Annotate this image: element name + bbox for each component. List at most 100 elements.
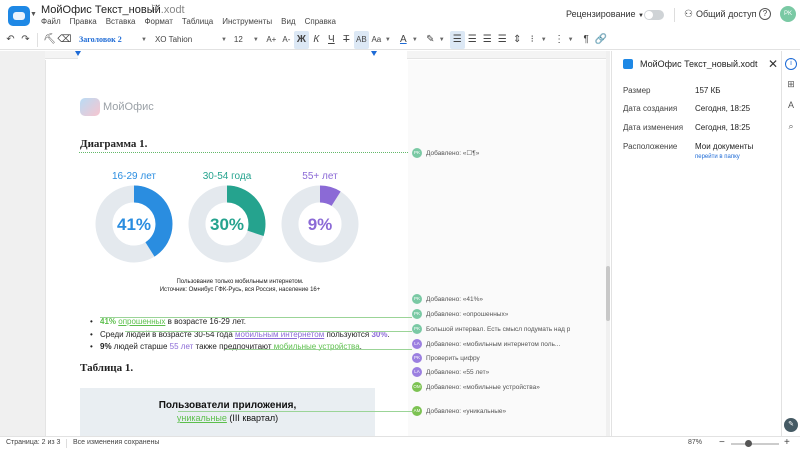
info-icon[interactable]: i	[785, 58, 797, 70]
menu-edit[interactable]: Правка	[70, 17, 97, 26]
comment-item[interactable]: PK Добавлено: «41%»	[412, 293, 483, 305]
paragraph-style-select[interactable]: Заголовок 2	[76, 31, 140, 49]
redo-icon[interactable]: ↷	[18, 31, 33, 49]
chevron-down-icon[interactable]: ▼	[439, 37, 445, 43]
help-icon[interactable]: ?	[759, 8, 771, 20]
table-subtitle: уникальные (III квартал)	[176, 413, 279, 423]
chat-icon[interactable]: ✎	[784, 418, 798, 432]
review-dropdown[interactable]: Рецензирование ▼	[566, 9, 644, 19]
document-page[interactable]: МойОфис Диаграмма 1. 16-29 лет 30-54 год…	[45, 60, 408, 436]
right-indent-marker[interactable]	[371, 51, 377, 56]
subscript-button[interactable]: Aa	[369, 31, 384, 49]
app-logo-icon[interactable]	[8, 6, 30, 26]
donut-label-1: 16-29 лет	[112, 171, 156, 182]
menu-view[interactable]: Вид	[281, 17, 295, 26]
chevron-down-icon[interactable]: ▼	[568, 37, 574, 43]
ruler-text-area	[78, 51, 407, 59]
document-canvas: МойОфис Диаграмма 1. 16-29 лет 30-54 год…	[45, 60, 607, 436]
bold-button[interactable]: Ж	[293, 30, 309, 49]
caps-button[interactable]: AB	[353, 30, 369, 49]
open-folder-link[interactable]: перейти в папку	[695, 154, 740, 160]
donut-chart-1: 41%	[95, 185, 173, 263]
font-size-select[interactable]: 12	[232, 31, 252, 49]
left-indent-marker[interactable]	[75, 51, 81, 56]
comment-item[interactable]: PK Проверить цифру	[412, 352, 480, 364]
people-icon: ⚇	[684, 9, 693, 20]
menu-tools[interactable]: Инструменты	[222, 17, 272, 26]
zoom-slider-handle[interactable]	[745, 440, 752, 447]
chevron-down-icon[interactable]: ▼	[221, 37, 227, 43]
document-title[interactable]: МойОфис Текст_новый.xodt	[41, 4, 185, 16]
line-spacing-icon[interactable]: ⇕	[510, 31, 525, 49]
comment-item[interactable]: LA Добавлено: «мобильным интернетом поль.…	[412, 338, 560, 350]
align-left-icon[interactable]: ☰	[449, 30, 465, 49]
menu-format[interactable]: Формат	[144, 17, 172, 26]
review-toggle[interactable]	[644, 10, 664, 20]
save-status: Все изменения сохранены	[73, 439, 160, 446]
zoom-in-icon[interactable]: +	[784, 437, 790, 448]
chevron-down-icon[interactable]: ▼	[541, 37, 547, 43]
font-family-select[interactable]: XO Tahion	[152, 31, 220, 49]
app-header: ▼ МойОфис Текст_новый.xodt ⚐ Файл Правка…	[0, 0, 800, 30]
chevron-down-icon[interactable]: ▼	[253, 37, 259, 43]
zoom-slider[interactable]	[731, 443, 779, 445]
chevron-down-icon[interactable]: ▼	[412, 37, 418, 43]
left-gutter	[0, 51, 45, 436]
document-info-panel: МойОфис Текст_новый.xodt ✕ Размер 157 КБ …	[611, 51, 781, 436]
share-button[interactable]: ⚇ Общий доступ	[684, 9, 756, 20]
menu-file[interactable]: Файл	[41, 17, 61, 26]
table-title: Пользователи приложения,	[158, 400, 297, 411]
align-justify-icon[interactable]: ☰	[495, 31, 510, 49]
comment-item[interactable]: PK Добавлено: «опрошенных»	[412, 308, 508, 320]
horizontal-ruler[interactable]	[45, 51, 607, 59]
menu-help[interactable]: Справка	[305, 17, 336, 26]
zoom-out-icon[interactable]: −	[719, 437, 725, 448]
comment-item[interactable]: AM Добавлено: «уникальные»	[412, 405, 506, 417]
strikethrough-button[interactable]: Т	[339, 31, 354, 49]
text-color-button[interactable]: A	[396, 31, 411, 49]
menu-table[interactable]: Таблица	[182, 17, 213, 26]
chevron-down-icon[interactable]: ▼	[30, 11, 37, 18]
link-icon[interactable]: 🔗	[594, 31, 609, 49]
vertical-scrollbar[interactable]	[606, 51, 610, 436]
close-icon[interactable]: ✕	[768, 57, 778, 71]
clear-format-icon[interactable]: ⌫	[57, 31, 72, 49]
comment-connector	[178, 411, 412, 412]
zoom-level[interactable]: 87%	[688, 439, 702, 446]
font-shrink-button[interactable]: A-	[279, 31, 294, 49]
flag-icon[interactable]: ⚐	[150, 4, 159, 15]
info-panel-header: МойОфис Текст_новый.xodt ✕	[623, 57, 778, 71]
pilcrow-icon[interactable]: ¶	[579, 31, 594, 49]
chevron-down-icon[interactable]: ▼	[141, 37, 147, 43]
align-center-icon[interactable]: ☰	[465, 31, 480, 49]
comments-column	[408, 60, 607, 436]
comment-item[interactable]: PK Добавлено: «☐¶»	[412, 147, 479, 159]
status-bar: Страница: 2 из 3 Все изменения сохранены…	[0, 436, 800, 450]
divider	[674, 8, 675, 22]
donut-value-label: 9%	[308, 215, 333, 234]
comment-item[interactable]: ОМ Добавлено: «мобильные устройства»	[412, 381, 540, 393]
align-right-icon[interactable]: ☰	[480, 31, 495, 49]
text-style-icon[interactable]: A	[785, 99, 797, 111]
insert-icon[interactable]: ⊞	[785, 78, 797, 90]
diagram-caption: Пользование только мобильным интернетом.…	[159, 279, 321, 293]
highlight-icon[interactable]: ✎	[423, 31, 438, 49]
italic-button[interactable]: К	[309, 31, 324, 49]
chevron-down-icon[interactable]: ▼	[385, 37, 391, 43]
table-header-cell[interactable]: Пользователи приложения, уникальные (III…	[80, 388, 375, 436]
comment-item[interactable]: LA Добавлено: «55 лет»	[412, 366, 489, 378]
menu-insert[interactable]: Вставка	[106, 17, 136, 26]
avatar[interactable]: PK	[780, 6, 796, 22]
bulleted-list-icon[interactable]: ⁝	[525, 31, 540, 49]
undo-icon[interactable]: ↶	[3, 31, 18, 49]
format-painter-icon[interactable]: ⛏	[42, 31, 57, 49]
search-icon[interactable]: ⌕	[785, 120, 797, 132]
donut-label-3: 55+ лет	[302, 171, 338, 182]
comment-item[interactable]: PK Большой интервал. Есть смысл подумать …	[412, 323, 570, 335]
font-grow-button[interactable]: A+	[264, 31, 279, 49]
numbered-list-icon[interactable]: ⋮	[552, 31, 567, 49]
donut-value-label: 41%	[117, 215, 151, 234]
scrollbar-thumb[interactable]	[606, 266, 610, 321]
list-item[interactable]: 9% людей старше 55 лет также предпочитаю…	[88, 341, 390, 354]
underline-button[interactable]: Ч	[324, 31, 339, 49]
